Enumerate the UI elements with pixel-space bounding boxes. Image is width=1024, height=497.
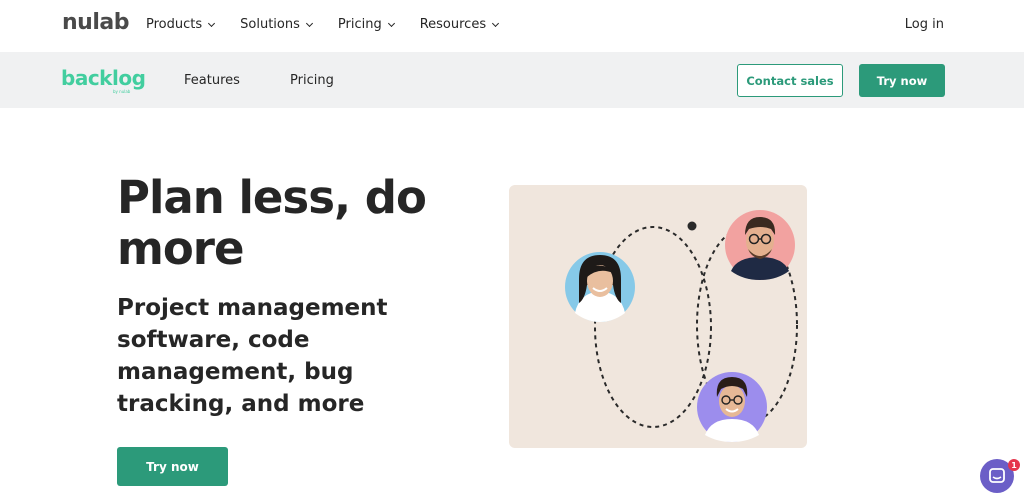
nav-pricing[interactable]: Pricing — [337, 17, 395, 32]
chevron-down-icon — [305, 19, 313, 27]
avatar-woman — [565, 252, 635, 322]
subnav-features-link[interactable]: Features — [184, 73, 240, 88]
login-link[interactable]: Log in — [905, 17, 944, 32]
subnav-pricing-link[interactable]: Pricing — [290, 73, 334, 88]
nav-resources[interactable]: Resources — [419, 17, 500, 32]
nav-products[interactable]: Products — [146, 17, 216, 32]
backlog-logo[interactable]: backlog — [61, 66, 146, 90]
team-orbit-illustration — [565, 210, 798, 442]
hero-title: Plan less, do more — [117, 171, 427, 275]
orbit-dot — [687, 221, 697, 231]
nav-solutions-label: Solutions — [240, 17, 300, 32]
backlog-logo-byline: by nulab — [113, 89, 131, 94]
chevron-down-icon — [492, 19, 500, 27]
nav-pricing-label: Pricing — [337, 17, 382, 32]
chevron-down-icon — [387, 19, 395, 27]
nulab-logo[interactable]: nulab — [62, 10, 129, 35]
try-now-hero-button[interactable]: Try now — [117, 447, 228, 486]
product-header: backlog by nulab Features Pricing Contac… — [0, 52, 1024, 108]
avatar-man-glasses — [725, 210, 795, 280]
top-nav: Products Solutions Pricing Resources — [146, 17, 524, 32]
chat-notification-badge: 1 — [1008, 459, 1020, 471]
try-now-header-button[interactable]: Try now — [859, 64, 945, 97]
hero-subtitle: Project management software, code manage… — [117, 295, 388, 417]
contact-sales-button[interactable]: Contact sales — [737, 64, 843, 97]
nav-resources-label: Resources — [419, 17, 487, 32]
nav-solutions[interactable]: Solutions — [240, 17, 313, 32]
avatar-person-glasses — [697, 372, 767, 442]
top-header: nulab Products Solutions Pricing Resourc… — [0, 0, 1024, 52]
chevron-down-icon — [208, 19, 216, 27]
nav-products-label: Products — [146, 17, 203, 32]
hero-illustration — [509, 185, 807, 448]
